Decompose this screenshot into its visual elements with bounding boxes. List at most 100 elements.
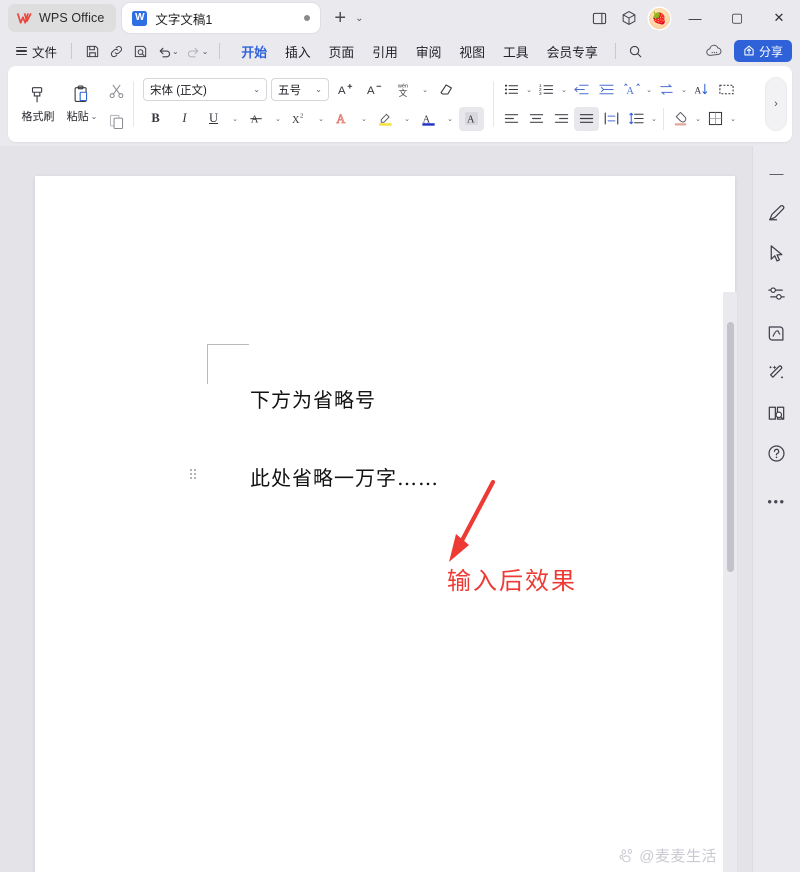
- paste-chevron-down-icon: ⌄: [90, 111, 98, 121]
- borders-chevron-down-icon[interactable]: ⌄: [728, 115, 738, 123]
- font-family-select[interactable]: 宋体 (正文) ⌄: [143, 78, 267, 101]
- ribbon-expand-button[interactable]: ›: [766, 78, 786, 130]
- text-direction-chevron-down-icon[interactable]: ⌄: [679, 86, 689, 94]
- paste-button[interactable]: 粘贴 ⌄: [60, 84, 104, 124]
- highlight-icon[interactable]: [373, 107, 398, 131]
- underline-button[interactable]: U: [201, 107, 226, 131]
- strikethrough-chevron-down-icon[interactable]: ⌄: [273, 115, 283, 123]
- decrease-indent-icon[interactable]: [569, 78, 594, 102]
- maximize-button[interactable]: ▢: [716, 0, 758, 36]
- vertical-scrollbar[interactable]: [723, 292, 737, 872]
- tab-review[interactable]: 审阅: [409, 39, 449, 64]
- align-center-icon[interactable]: [524, 107, 549, 131]
- settings-sliders-icon[interactable]: [760, 274, 794, 312]
- align-justify-icon[interactable]: [574, 106, 599, 131]
- menu-bar: 文件 ⌄ ⌄ 开始 插入 页面 引用 审阅 视图 工具 会员专享 分享: [0, 36, 800, 68]
- increase-indent-icon[interactable]: [594, 78, 619, 102]
- distribute-icon[interactable]: [599, 107, 624, 131]
- pen-highlighter-icon[interactable]: [760, 194, 794, 232]
- tab-list-chevron-down-icon[interactable]: ⌄: [355, 13, 363, 24]
- avatar[interactable]: 🍓: [644, 3, 674, 33]
- text-direction-icon[interactable]: [654, 78, 679, 102]
- bullet-list-icon[interactable]: [499, 78, 524, 102]
- baidu-paw-icon: [619, 847, 636, 864]
- panel-icon[interactable]: [584, 3, 614, 33]
- sort-icon[interactable]: A: [689, 78, 714, 102]
- shrink-font-button[interactable]: A: [362, 78, 387, 102]
- align-left-icon[interactable]: [499, 107, 524, 131]
- tab-view[interactable]: 视图: [452, 39, 492, 64]
- font-group: 宋体 (正文) ⌄ 五号 ⌄ A A wén 文 ⌄ B I U ⌄ A ⌄ X…: [139, 78, 488, 131]
- magic-wand-icon[interactable]: [760, 354, 794, 392]
- shading-chevron-down-icon[interactable]: ⌄: [693, 115, 703, 123]
- cloud-icon[interactable]: [702, 40, 728, 62]
- help-icon[interactable]: [760, 434, 794, 472]
- tab-member-exclusive[interactable]: 会员专享: [540, 39, 605, 64]
- undo-chevron-down-icon[interactable]: ⌄: [172, 47, 179, 56]
- format-painter-label: 格式刷: [21, 111, 55, 123]
- copy-icon[interactable]: [104, 109, 128, 133]
- scrollbar-thumb[interactable]: [727, 322, 734, 572]
- wps-office-home-button[interactable]: WPS Office: [8, 4, 117, 32]
- highlight-chevron-down-icon[interactable]: ⌄: [402, 115, 412, 123]
- tab-tools[interactable]: 工具: [496, 39, 536, 64]
- line-spacing-chevron-down-icon[interactable]: ⌄: [649, 115, 659, 123]
- show-marks-icon[interactable]: [714, 78, 739, 102]
- minimize-button[interactable]: —: [674, 0, 716, 36]
- superscript-button[interactable]: X2: [287, 107, 312, 131]
- strikethrough-icon[interactable]: A: [244, 107, 269, 131]
- more-options-icon[interactable]: •••: [760, 482, 794, 520]
- superscript-chevron-down-icon[interactable]: ⌄: [316, 115, 326, 123]
- borders-icon[interactable]: [703, 107, 728, 131]
- character-spacing-icon[interactable]: A: [619, 78, 644, 102]
- svg-text:X: X: [291, 115, 299, 126]
- tab-reference[interactable]: 引用: [365, 39, 405, 64]
- paragraph-drag-handle[interactable]: [190, 469, 199, 482]
- font-color-chevron-down-icon[interactable]: ⌄: [445, 115, 455, 123]
- tab-start[interactable]: 开始: [234, 39, 274, 68]
- underline-chevron-down-icon[interactable]: ⌄: [230, 115, 240, 123]
- char-shading-icon[interactable]: A: [459, 106, 484, 131]
- line-spacing-icon[interactable]: [624, 107, 649, 131]
- file-menu-button[interactable]: 文件: [10, 42, 63, 61]
- reading-search-icon[interactable]: [760, 394, 794, 432]
- cursor-select-icon[interactable]: [760, 234, 794, 272]
- share-button[interactable]: 分享: [733, 40, 792, 62]
- char-spacing-chevron-down-icon[interactable]: ⌄: [644, 86, 654, 94]
- align-right-icon[interactable]: [549, 107, 574, 131]
- paragraph-shading-icon[interactable]: [668, 107, 693, 131]
- pinyin-guide-icon[interactable]: wén 文: [391, 78, 416, 102]
- bullets-chevron-down-icon[interactable]: ⌄: [524, 86, 534, 94]
- hamburger-icon: [16, 44, 27, 58]
- pinyin-chevron-down-icon[interactable]: ⌄: [420, 86, 430, 94]
- grow-font-button[interactable]: A: [333, 78, 358, 102]
- cut-icon[interactable]: [104, 79, 128, 103]
- tab-insert[interactable]: 插入: [278, 39, 318, 64]
- search-file-icon[interactable]: [128, 40, 152, 62]
- format-painter-button[interactable]: 格式刷: [16, 84, 60, 124]
- save-icon[interactable]: [80, 40, 104, 62]
- handwriting-icon[interactable]: [760, 314, 794, 352]
- font-size-select[interactable]: 五号 ⌄: [271, 78, 329, 101]
- cube-icon[interactable]: [614, 3, 644, 33]
- bold-button[interactable]: B: [143, 107, 168, 131]
- italic-button[interactable]: I: [172, 107, 197, 131]
- numbered-list-icon[interactable]: 123: [534, 78, 559, 102]
- font-color-icon[interactable]: A: [416, 107, 441, 131]
- new-tab-button[interactable]: +: [334, 8, 346, 28]
- menu-divider-3: [614, 43, 616, 59]
- numbering-chevron-down-icon[interactable]: ⌄: [559, 86, 569, 94]
- text-effect-chevron-down-icon[interactable]: ⌄: [359, 115, 369, 123]
- text-effect-icon[interactable]: A: [330, 107, 355, 131]
- link-icon[interactable]: [104, 40, 128, 62]
- document-tab[interactable]: W 文字文稿1: [122, 3, 321, 33]
- close-button[interactable]: ✕: [758, 0, 800, 36]
- chevron-down-icon: ⌄: [315, 85, 322, 94]
- collapse-icon[interactable]: —: [760, 154, 794, 192]
- document-page[interactable]: 下方为省略号 此处省略一万字…… 输入后效果 @麦麦生活: [35, 176, 735, 872]
- clear-format-icon[interactable]: [434, 78, 459, 102]
- redo-chevron-down-icon[interactable]: ⌄: [202, 47, 209, 56]
- ribbon-divider-2: [493, 81, 494, 127]
- tab-page[interactable]: 页面: [322, 39, 362, 64]
- search-icon[interactable]: [624, 40, 648, 62]
